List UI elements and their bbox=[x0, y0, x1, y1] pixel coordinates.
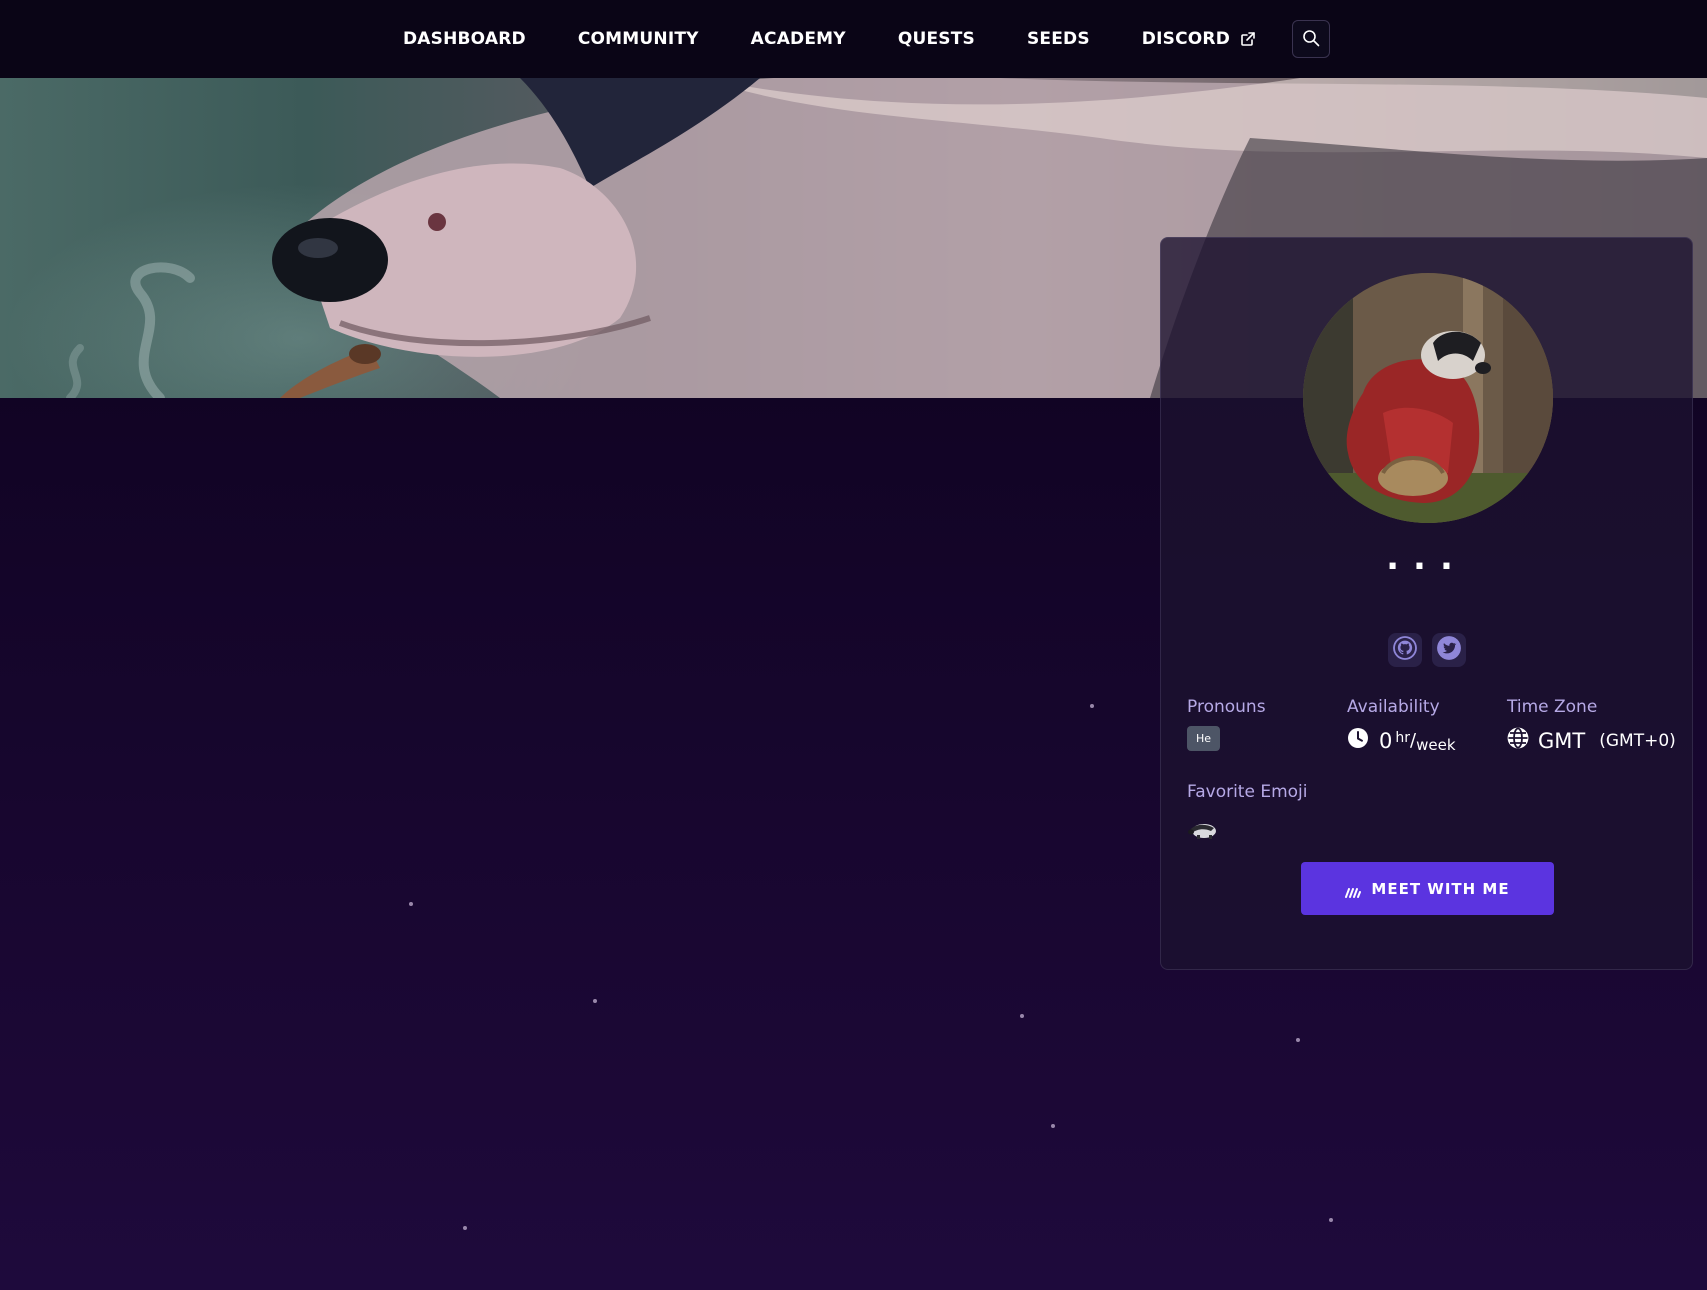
background-star bbox=[593, 999, 597, 1003]
pronoun-badge: He bbox=[1187, 726, 1221, 751]
timezone-value: GMT (GMT+0) bbox=[1507, 727, 1676, 754]
nav-items: DASHBOARD COMMUNITY ACADEMY QUESTS SEEDS… bbox=[377, 20, 1331, 58]
background-star bbox=[409, 902, 413, 906]
availability-hours: 0 bbox=[1379, 728, 1393, 753]
github-link[interactable] bbox=[1387, 633, 1422, 667]
background-star bbox=[1090, 704, 1094, 708]
nav-discord[interactable]: DISCORD bbox=[1142, 29, 1256, 49]
social-links bbox=[1161, 633, 1692, 667]
search-button[interactable] bbox=[1292, 20, 1331, 58]
timezone-name: GMT bbox=[1538, 728, 1586, 753]
search-icon bbox=[1302, 29, 1320, 50]
background-star bbox=[1296, 1038, 1300, 1042]
pronouns-label: Pronouns bbox=[1187, 697, 1266, 717]
external-link-icon bbox=[1240, 31, 1256, 47]
nav-dashboard[interactable]: DASHBOARD bbox=[403, 29, 526, 49]
background-star bbox=[1051, 1124, 1055, 1128]
profile-name-placeholder: ... bbox=[1386, 538, 1467, 578]
availability-unit-bottom: week bbox=[1416, 735, 1456, 754]
background-star bbox=[1020, 1014, 1024, 1018]
background-star bbox=[1329, 1218, 1333, 1222]
nav-quests[interactable]: QUESTS bbox=[898, 29, 975, 49]
nav-community[interactable]: COMMUNITY bbox=[578, 29, 699, 49]
clock-icon bbox=[1347, 727, 1369, 754]
nav-seeds[interactable]: SEEDS bbox=[1027, 29, 1090, 49]
availability-value: 0 hr / week bbox=[1347, 727, 1456, 754]
calendar-link-icon bbox=[1345, 884, 1362, 898]
github-icon bbox=[1392, 635, 1418, 665]
meet-with-me-label: MEET WITH ME bbox=[1371, 879, 1510, 898]
nav-academy[interactable]: ACADEMY bbox=[751, 29, 846, 49]
profile-avatar bbox=[1303, 273, 1553, 523]
timezone-offset: (GMT+0) bbox=[1599, 730, 1676, 751]
meet-with-me-button[interactable]: MEET WITH ME bbox=[1301, 862, 1554, 915]
timezone-label: Time Zone bbox=[1507, 697, 1598, 717]
top-navbar: DASHBOARD COMMUNITY ACADEMY QUESTS SEEDS… bbox=[0, 0, 1707, 78]
nav-discord-label: DISCORD bbox=[1141, 29, 1231, 49]
profile-card: ... Pronouns He Availability 0 hr / week… bbox=[1160, 237, 1693, 970]
background-star bbox=[463, 1226, 467, 1230]
globe-icon bbox=[1507, 727, 1529, 754]
twitter-link[interactable] bbox=[1431, 633, 1466, 667]
badger-emoji-icon bbox=[1187, 819, 1217, 841]
twitter-icon bbox=[1436, 635, 1462, 665]
availability-label: Availability bbox=[1347, 697, 1440, 717]
avatar-illustration bbox=[1303, 273, 1553, 523]
availability-unit-top: hr bbox=[1395, 729, 1411, 746]
favorite-emoji-label: Favorite Emoji bbox=[1187, 782, 1308, 802]
